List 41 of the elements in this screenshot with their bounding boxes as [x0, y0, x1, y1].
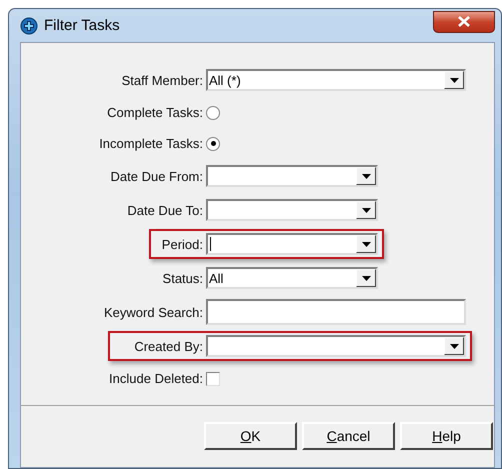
checkbox[interactable] [206, 372, 220, 386]
field-label: Date Due From: [110, 168, 204, 184]
dialog-button[interactable]: OK [204, 422, 297, 450]
dropdown-field[interactable]: All (*) [206, 69, 466, 91]
caret-icon [362, 242, 370, 246]
caret-icon [450, 78, 458, 82]
field-label: Date Due To: [126, 202, 204, 218]
dropdown-button[interactable] [356, 167, 376, 185]
field-label: Keyword Search: [103, 304, 204, 320]
dialog-button[interactable]: Cancel [302, 422, 395, 450]
dropdown-field[interactable] [206, 335, 466, 357]
window-title: Filter Tasks [44, 17, 121, 34]
dropdown-field[interactable] [206, 233, 378, 255]
dropdown-field[interactable] [206, 165, 378, 187]
field-label: Staff Member: [120, 72, 204, 88]
dropdown-button[interactable] [444, 337, 464, 355]
dropdown-field[interactable] [206, 199, 378, 221]
field-label: Created By: [133, 338, 204, 354]
caret-icon [362, 208, 370, 212]
caret-icon [362, 174, 370, 178]
field-label: Complete Tasks: [106, 105, 204, 120]
radio-button[interactable] [206, 136, 220, 150]
close-icon [458, 16, 470, 27]
dropdown-button[interactable] [444, 71, 464, 89]
caret-icon [450, 344, 458, 348]
dropdown-button[interactable] [356, 201, 376, 219]
dropdown-field[interactable]: All [206, 267, 378, 289]
field-label: Status: [162, 270, 204, 286]
radio-button[interactable] [206, 106, 220, 120]
close-button[interactable] [433, 10, 495, 32]
caret-icon [362, 276, 370, 280]
field-label: Incomplete Tasks: [98, 136, 204, 151]
field-label: Include Deleted: [108, 371, 204, 386]
dropdown-button[interactable] [356, 235, 376, 253]
app-icon [20, 16, 38, 34]
field-value: All [208, 270, 224, 286]
field-value: All (*) [208, 72, 242, 88]
dropdown-button[interactable] [356, 269, 376, 287]
dialog-button[interactable]: Help [400, 422, 493, 450]
input-field[interactable] [206, 299, 466, 325]
field-label: Period: [160, 236, 204, 252]
